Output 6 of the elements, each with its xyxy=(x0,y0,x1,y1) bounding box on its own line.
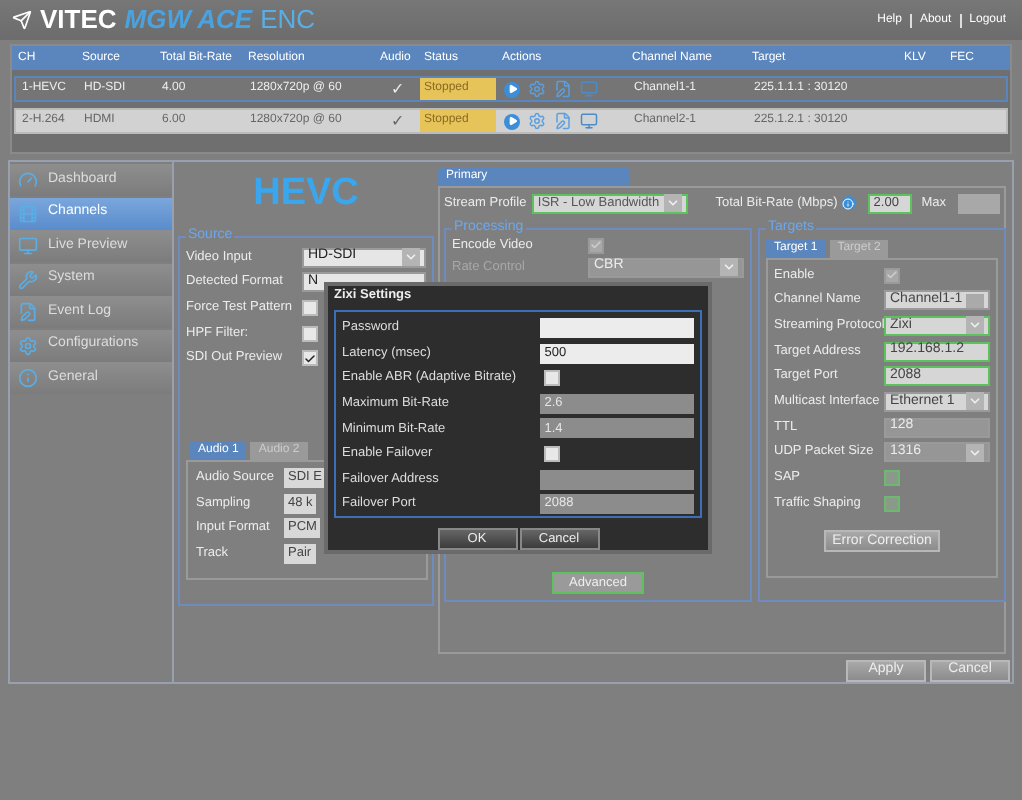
logo-text: VITEC xyxy=(40,2,117,39)
audio-check: ✓ xyxy=(389,109,407,133)
product-name: MGW ACE xyxy=(124,2,253,39)
product-suffix: ENC xyxy=(260,2,316,39)
channel-title: HEVC xyxy=(253,169,359,218)
audio-check: ✓ xyxy=(389,77,407,101)
